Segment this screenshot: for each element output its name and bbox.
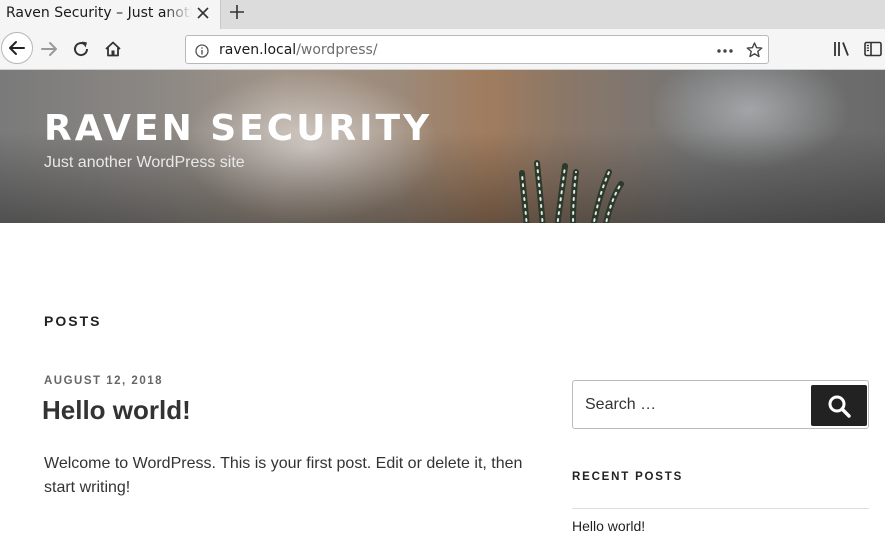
divider — [572, 508, 869, 509]
post-date[interactable]: AUGUST 12, 2018 — [44, 375, 163, 387]
browser-tab[interactable]: Raven Security – Just another WordPress … — [0, 0, 221, 29]
recent-posts-heading: RECENT POSTS — [572, 471, 684, 483]
arrow-left-icon — [9, 41, 25, 55]
search-button[interactable] — [811, 385, 867, 426]
site-title[interactable]: RAVEN SECURITY — [44, 108, 432, 149]
library-icon[interactable] — [833, 41, 851, 61]
site-header: RAVEN SECURITY Just another WordPress si… — [0, 70, 885, 223]
post-excerpt: Welcome to WordPress. This is your first… — [44, 455, 523, 496]
site-description: Just another WordPress site — [44, 154, 245, 171]
address-bar[interactable]: raven.local/wordpress/ — [185, 35, 769, 64]
tab-title: Raven Security – Just another WordPress … — [6, 5, 192, 21]
back-button[interactable] — [1, 32, 33, 64]
search-icon — [828, 395, 851, 418]
url-host: raven.local — [219, 42, 297, 58]
arrow-right-icon[interactable] — [40, 40, 58, 62]
plus-icon[interactable] — [229, 4, 245, 20]
search-input[interactable] — [573, 381, 809, 428]
search-form — [572, 380, 869, 429]
reload-icon[interactable] — [72, 40, 90, 62]
tab-strip: Raven Security – Just another WordPress … — [0, 0, 885, 29]
recent-post-link[interactable]: Hello world! — [572, 518, 645, 534]
url-text[interactable]: raven.local/wordpress/ — [219, 42, 378, 58]
info-icon[interactable] — [195, 43, 209, 62]
home-icon[interactable] — [104, 40, 122, 62]
header-plant-image — [519, 160, 624, 223]
navigation-toolbar: raven.local/wordpress/ — [0, 29, 885, 70]
sidebar-icon[interactable] — [864, 41, 882, 61]
url-path: /wordpress/ — [296, 42, 378, 58]
more-dots-icon[interactable] — [716, 43, 734, 62]
posts-heading: POSTS — [44, 313, 102, 329]
close-icon[interactable] — [196, 5, 210, 19]
post-title[interactable]: Hello world! — [42, 395, 191, 426]
star-icon[interactable] — [746, 42, 763, 62]
